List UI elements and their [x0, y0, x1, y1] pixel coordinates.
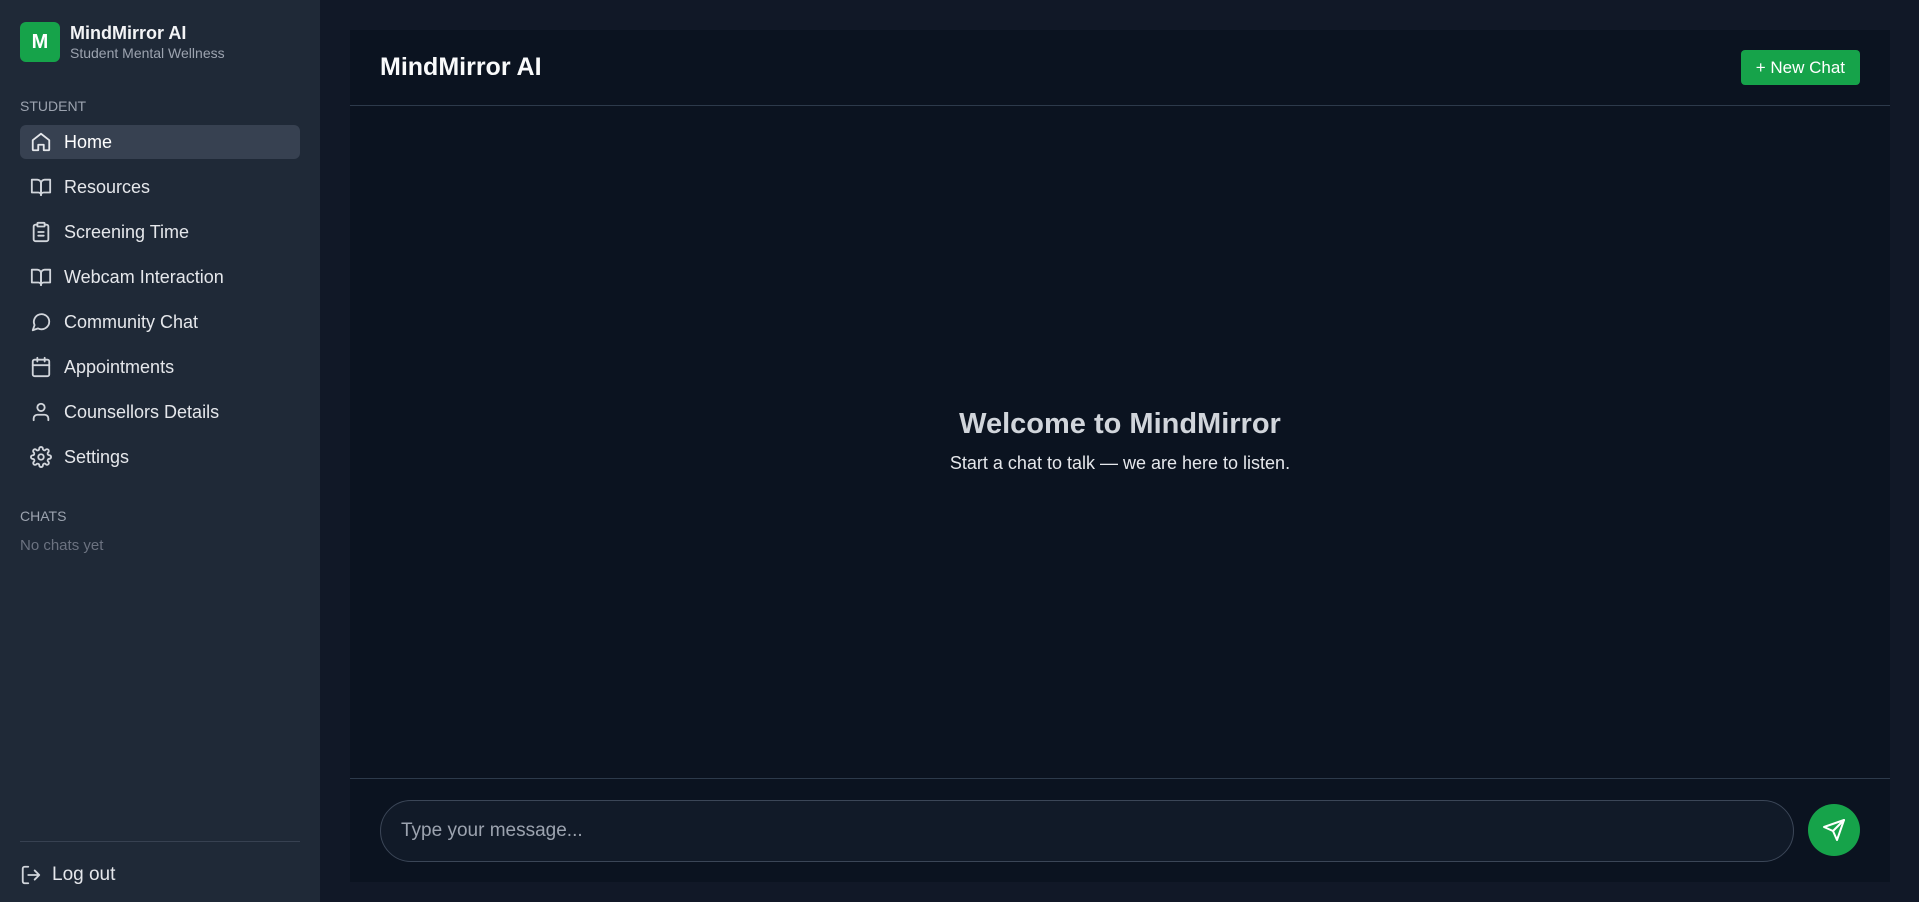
sidebar-item-community-chat[interactable]: Community Chat — [20, 305, 300, 339]
welcome-title: Welcome to MindMirror — [959, 408, 1281, 440]
book-icon — [30, 178, 52, 197]
sidebar: M MindMirror AI Student Mental Wellness … — [0, 0, 320, 902]
user-icon — [32, 402, 50, 422]
sidebar-item-label: Counsellors Details — [64, 401, 220, 422]
sidebar-nav: Home Resources Screening Time Webcam Int… — [20, 125, 300, 485]
sidebar-item-screening-time[interactable]: Screening Time — [20, 215, 300, 249]
sidebar-item-label: Webcam Interaction — [64, 266, 224, 287]
brand-title: MindMirror AI — [70, 23, 187, 43]
message-circle-icon — [31, 313, 51, 332]
calendar-icon — [31, 356, 51, 378]
sidebar-item-webcam-interaction[interactable]: Webcam Interaction — [20, 260, 300, 294]
gear-icon — [30, 446, 52, 468]
sidebar-item-label: Community Chat — [64, 311, 199, 332]
brand: M MindMirror AI Student Mental Wellness — [20, 22, 225, 62]
sidebar-item-counsellors-details[interactable]: Counsellors Details — [20, 395, 300, 429]
send-icon — [1823, 819, 1845, 841]
section-label-chats: CHATS — [20, 508, 67, 524]
no-chats-text: No chats yet — [20, 537, 104, 554]
sidebar-item-label: Settings — [64, 446, 130, 467]
brand-subtitle: Student Mental Wellness — [70, 45, 225, 61]
message-input[interactable] — [380, 800, 1794, 862]
sidebar-item-label: Resources — [64, 176, 151, 197]
sidebar-item-resources[interactable]: Resources — [20, 170, 300, 204]
clipboard-icon — [32, 221, 50, 243]
welcome-block: Welcome to MindMirror Start a chat to ta… — [350, 408, 1890, 474]
sidebar-item-label: Home — [64, 131, 113, 152]
send-button[interactable] — [1808, 804, 1860, 856]
sidebar-divider — [20, 841, 300, 842]
sidebar-item-label: Screening Time — [64, 221, 190, 242]
sidebar-item-settings[interactable]: Settings — [20, 440, 300, 474]
sidebar-item-home[interactable]: Home — [20, 125, 300, 159]
sidebar-item-label: Appointments — [64, 356, 175, 377]
sidebar-item-appointments[interactable]: Appointments — [20, 350, 300, 384]
book-icon — [30, 268, 52, 287]
section-label-student: STUDENT — [20, 98, 87, 114]
logout-button[interactable]: Log out — [20, 864, 115, 886]
welcome-text: Start a chat to talk — we are here to li… — [949, 453, 1291, 473]
logout-label: Log out — [52, 864, 116, 885]
home-icon — [31, 132, 51, 152]
message-composer — [350, 778, 1890, 882]
chat-panel: MindMirror AI + New Chat Welcome to Mind… — [350, 30, 1890, 882]
new-chat-button[interactable]: + New Chat — [1740, 50, 1860, 85]
page-title: MindMirror AI — [380, 53, 542, 81]
chat-header: MindMirror AI + New Chat — [350, 30, 1890, 106]
brand-logo: M — [20, 22, 60, 62]
logout-icon — [21, 865, 41, 885]
